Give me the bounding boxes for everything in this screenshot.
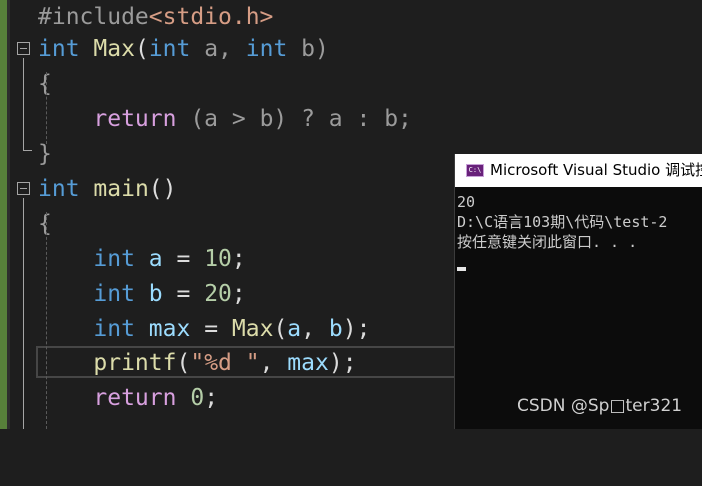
console-title-bar[interactable]: C:\ Microsoft Visual Studio 调试控制台 <box>455 154 702 187</box>
function-call-max: Max <box>231 316 274 342</box>
keyword-return: return <box>93 385 177 411</box>
code-line-10: int max = Max(a, b); <box>10 312 370 347</box>
code-line-11: printf("%d ", max); <box>10 346 356 381</box>
collapse-icon[interactable] <box>17 42 30 55</box>
indent-guide <box>46 212 47 429</box>
comma: , <box>259 350 288 376</box>
indent-guide <box>46 72 47 144</box>
assign-op: = <box>190 316 232 342</box>
variable-max: max <box>148 316 191 342</box>
keyword-return: return <box>93 106 177 132</box>
include-directive: #include <box>38 4 149 30</box>
console-line: D:\C语言103期\代码\test-2 <box>457 213 668 231</box>
variable-b: b <box>148 281 163 307</box>
console-title: Microsoft Visual Studio 调试控制台 <box>490 161 702 179</box>
number-literal: 0 <box>176 385 205 411</box>
code-line-7: { <box>10 207 65 242</box>
keyword-int: int <box>245 36 288 62</box>
paren: () <box>148 176 177 202</box>
paren: ); <box>328 350 357 376</box>
param-a: a, <box>190 36 246 62</box>
fold-guide <box>23 198 24 429</box>
keyword-int: int <box>148 36 191 62</box>
comma: , <box>301 316 329 342</box>
function-call-printf: printf <box>93 350 177 376</box>
arg-b: b <box>328 316 343 342</box>
keyword-int: int <box>93 281 135 307</box>
open-brace: { <box>38 71 52 97</box>
semicolon: ; <box>204 385 219 411</box>
paren: ( <box>176 350 191 376</box>
code-line-9: int b = 20; <box>10 277 245 312</box>
paren: ( <box>134 36 149 62</box>
code-line-12: return 0; <box>10 381 218 416</box>
code-line-2: int Max(int a, int b) <box>10 32 329 67</box>
code-line-6: int main() <box>10 172 177 207</box>
close-brace: } <box>38 141 52 167</box>
code-line-3: { <box>10 67 65 102</box>
number-literal: 10 <box>204 246 232 272</box>
code-line-8: int a = 10; <box>10 242 245 277</box>
variable-a: a <box>148 246 163 272</box>
code-line-1: #include<stdio.h> <box>10 0 273 35</box>
keyword-int: int <box>93 246 135 272</box>
debug-console-window[interactable]: C:\ Microsoft Visual Studio 调试控制台 20 D:\C… <box>454 154 702 429</box>
function-name-main: main <box>93 176 149 202</box>
param-b: b) <box>287 36 329 62</box>
return-expression: (a > b) ? a : b; <box>176 106 412 132</box>
editor-gutter <box>0 0 10 429</box>
arg-max: max <box>287 350 329 376</box>
keyword-int: int <box>93 316 135 342</box>
code-line-5: } <box>10 137 65 172</box>
console-cursor <box>457 267 466 271</box>
arg-a: a <box>287 316 302 342</box>
paren: ); <box>342 316 371 342</box>
semicolon: ; <box>231 246 246 272</box>
keyword-int: int <box>38 36 80 62</box>
console-window-icon: C:\ <box>466 164 484 177</box>
function-name-max: Max <box>93 36 135 62</box>
change-indicator-bar <box>0 0 7 429</box>
string-literal: "%d " <box>190 350 260 376</box>
console-output: 20 D:\C语言103期\代码\test-2 按任意键关闭此窗口. . . <box>457 192 667 252</box>
assign-op: = <box>162 246 205 272</box>
fold-guide <box>23 58 24 150</box>
semicolon: ; <box>231 281 246 307</box>
fold-guide-end <box>23 150 32 151</box>
console-line: 20 <box>457 193 476 211</box>
paren: ( <box>273 316 288 342</box>
include-header: <stdio.h> <box>148 4 274 30</box>
keyword-int: int <box>38 176 80 202</box>
open-brace: { <box>38 211 52 237</box>
code-line-4: return (a > b) ? a : b; <box>10 102 412 137</box>
assign-op: = <box>162 281 205 307</box>
watermark: CSDN @Sp□ter321 <box>517 396 683 416</box>
number-literal: 20 <box>204 281 232 307</box>
collapse-icon[interactable] <box>17 182 30 195</box>
console-line: 按任意键关闭此窗口. . . <box>457 233 638 251</box>
